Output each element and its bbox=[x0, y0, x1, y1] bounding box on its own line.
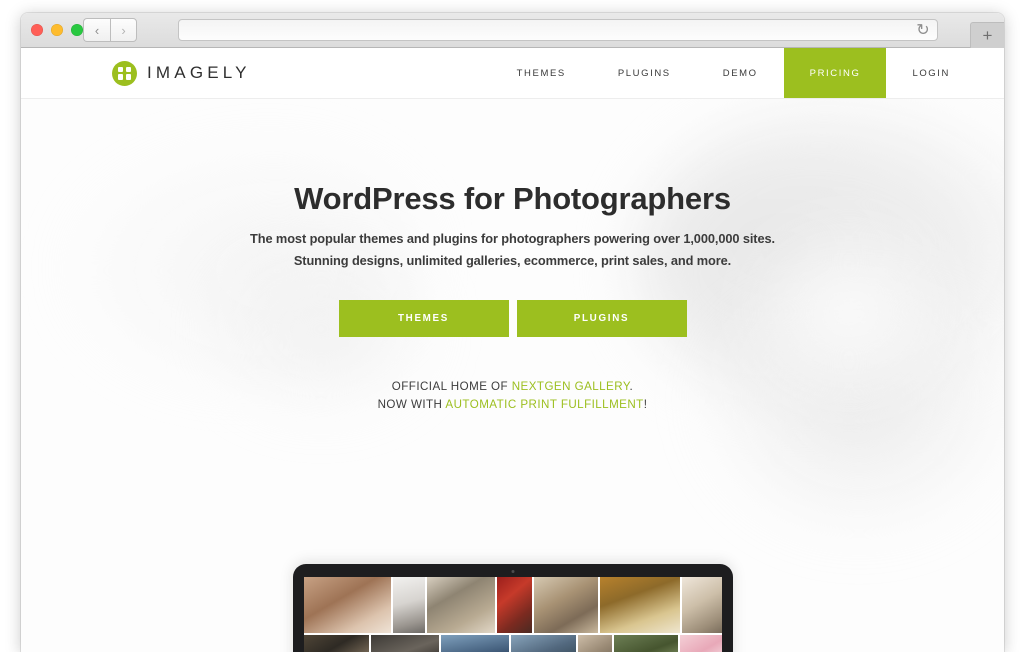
new-tab-button[interactable]: + bbox=[970, 22, 1004, 48]
gallery-photo[interactable] bbox=[371, 635, 439, 652]
desktop-backdrop: ‹ › ↻ + IMAGELY THEMES PLUGINS DEMO PRIC… bbox=[0, 0, 1024, 652]
gallery-row bbox=[303, 635, 722, 652]
forward-button[interactable]: › bbox=[110, 18, 137, 42]
gallery-photo[interactable] bbox=[534, 577, 599, 634]
nav-item-demo[interactable]: DEMO bbox=[697, 48, 784, 98]
grid-squares-icon bbox=[112, 60, 137, 86]
nav-item-plugins[interactable]: PLUGINS bbox=[592, 48, 697, 98]
tagline-line-1: OFFICIAL HOME OF NEXTGEN GALLERY. bbox=[21, 378, 1004, 396]
address-bar[interactable]: ↻ bbox=[178, 19, 938, 41]
maximize-window-button[interactable] bbox=[71, 24, 83, 36]
reload-icon[interactable]: ↻ bbox=[913, 20, 933, 40]
gallery-photo[interactable] bbox=[600, 577, 681, 634]
gallery-photo[interactable] bbox=[393, 577, 425, 634]
browser-toolbar: ‹ › ↻ + bbox=[21, 13, 1004, 48]
hero-content: WordPress for Photographers The most pop… bbox=[21, 99, 1004, 413]
close-window-button[interactable] bbox=[31, 24, 43, 36]
brand-name: IMAGELY bbox=[147, 63, 251, 82]
back-button[interactable]: ‹ bbox=[83, 18, 110, 42]
site-header: IMAGELY THEMES PLUGINS DEMO PRICING LOGI… bbox=[21, 48, 1004, 99]
gallery-row bbox=[303, 577, 722, 634]
chevron-right-icon: › bbox=[121, 22, 126, 38]
themes-button[interactable]: THEMES bbox=[338, 300, 509, 337]
laptop-screen bbox=[303, 577, 722, 652]
nav-item-themes[interactable]: THEMES bbox=[491, 48, 592, 98]
laptop-mockup bbox=[292, 564, 733, 652]
gallery-photo[interactable] bbox=[303, 577, 392, 634]
tagline-suffix: ! bbox=[643, 397, 648, 411]
window-controls bbox=[31, 24, 83, 36]
gallery-photo[interactable] bbox=[614, 635, 678, 652]
browser-window: ‹ › ↻ + IMAGELY THEMES PLUGINS DEMO PRIC… bbox=[21, 13, 1004, 652]
gallery-photo[interactable] bbox=[496, 577, 533, 634]
hero-subtitle-line-1: The most popular themes and plugins for … bbox=[250, 231, 775, 246]
minimize-window-button[interactable] bbox=[51, 24, 63, 36]
camera-dot-icon bbox=[511, 570, 514, 573]
tagline-prefix: NOW WITH bbox=[377, 397, 446, 411]
gallery-photo[interactable] bbox=[679, 635, 722, 652]
gallery-photo[interactable] bbox=[510, 635, 577, 652]
gallery-photo[interactable] bbox=[440, 635, 509, 652]
gallery-photo[interactable] bbox=[426, 577, 495, 634]
hero-call-to-action-group: THEMES PLUGINS bbox=[21, 300, 1004, 337]
page-title: WordPress for Photographers bbox=[294, 181, 731, 216]
chevron-left-icon: ‹ bbox=[94, 22, 100, 38]
automatic-print-fulfillment-link[interactable]: AUTOMATIC PRINT FULFILLMENT bbox=[445, 398, 643, 411]
tagline-prefix: OFFICIAL HOME OF bbox=[391, 380, 512, 393]
tagline-line-2: NOW WITH AUTOMATIC PRINT FULFILLMENT! bbox=[21, 396, 1004, 414]
hero-subtitle-line-2: Stunning designs, unlimited galleries, e… bbox=[293, 253, 732, 268]
nextgen-gallery-link[interactable]: NEXTGEN GALLERY bbox=[512, 380, 630, 393]
gallery-photo[interactable] bbox=[578, 635, 613, 652]
page-viewport: IMAGELY THEMES PLUGINS DEMO PRICING LOGI… bbox=[21, 48, 1004, 652]
gallery-photo[interactable] bbox=[303, 635, 370, 652]
hero-section: WordPress for Photographers The most pop… bbox=[21, 99, 1004, 652]
hero-tagline: OFFICIAL HOME OF NEXTGEN GALLERY. NOW WI… bbox=[21, 378, 1004, 413]
nav-item-pricing[interactable]: PRICING bbox=[783, 48, 887, 98]
laptop-lid bbox=[292, 564, 733, 652]
nav-item-login[interactable]: LOGIN bbox=[886, 48, 1004, 98]
gallery-photo[interactable] bbox=[682, 577, 722, 634]
site-logo[interactable]: IMAGELY bbox=[112, 48, 251, 98]
browser-navigation-buttons: ‹ › bbox=[83, 18, 137, 42]
tagline-suffix: . bbox=[629, 380, 634, 393]
main-navigation: THEMES PLUGINS DEMO PRICING LOGIN bbox=[491, 48, 1004, 98]
plugins-button[interactable]: PLUGINS bbox=[516, 300, 687, 337]
